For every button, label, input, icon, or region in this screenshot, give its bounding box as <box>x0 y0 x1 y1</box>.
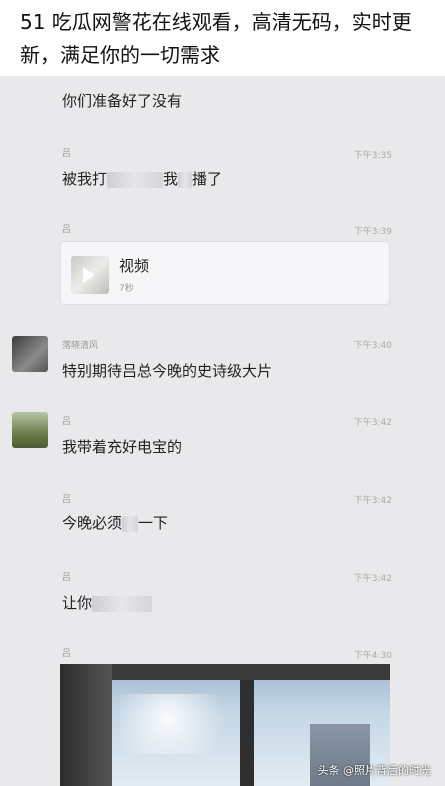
message-time: 下午3:40 <box>353 341 392 351</box>
message-time: 下午3:35 <box>353 151 392 161</box>
message-time: 下午3:42 <box>353 496 392 506</box>
message-text: 今晚必须 一下 <box>62 512 168 533</box>
text-part: 让你 <box>62 594 93 612</box>
message-7: 吕 下午4:30 <box>52 640 392 661</box>
avatar[interactable] <box>12 412 48 448</box>
sender-name: 吕 <box>62 417 72 427</box>
photo-clouds <box>120 694 240 754</box>
sender-name: 吕 <box>62 573 72 583</box>
text-part-a: 被我打 <box>62 170 108 188</box>
redacted-block <box>122 515 139 532</box>
video-message-card[interactable]: 视频 7秒 <box>60 241 390 305</box>
text-part-b: 我 <box>163 170 179 188</box>
message-text: 特别期待吕总今晚的史诗级大片 <box>62 362 273 380</box>
video-duration: 7秒 <box>119 284 134 294</box>
sender-name: 落晓清风 <box>62 341 99 351</box>
watermark: 头条 @照片背后的时光 <box>317 764 432 777</box>
photo-window-frame <box>240 680 254 786</box>
overlay-title: 51 吃瓜网警花在线观看，高清无码，实时更新，满足你的一切需求 <box>0 0 445 76</box>
redacted-block <box>92 595 153 612</box>
avatar[interactable] <box>12 336 48 372</box>
message-text: 让你 <box>62 592 153 613</box>
text-part-c: 播了 <box>192 170 223 188</box>
message-2: 吕 下午3:39 <box>52 216 392 237</box>
sender-name: 吕 <box>62 225 72 235</box>
redacted-block <box>178 171 193 188</box>
message-5: 吕 下午3:42 今晚必须 一下 <box>52 484 392 544</box>
message-0: 你们准备好了没有 <box>52 76 392 116</box>
video-thumbnail[interactable] <box>71 256 109 294</box>
photo-window-frame <box>112 664 390 680</box>
sender-name: 吕 <box>62 495 72 505</box>
text-part-a: 今晚必须 <box>62 514 123 532</box>
message-6: 吕 下午3:42 让你 <box>52 562 392 622</box>
message-3: 落晓清风 下午3:40 特别期待吕总今晚的史诗级大片 <box>52 330 392 390</box>
message-time: 下午3:39 <box>353 227 392 237</box>
play-icon <box>83 267 95 283</box>
sender-name: 吕 <box>62 649 72 659</box>
video-label: 视频 <box>119 257 150 275</box>
message-text: 我带着充好电宝的 <box>62 438 183 456</box>
message-text: 被我打 我播了 <box>62 168 222 189</box>
message-time: 下午4:30 <box>353 651 392 661</box>
message-1: 吕 下午3:35 被我打 我播了 <box>52 140 392 200</box>
message-4: 吕 下午3:42 我带着充好电宝的 <box>52 406 392 466</box>
photo-window-frame <box>60 664 112 786</box>
redacted-block <box>107 171 164 188</box>
message-time: 下午3:42 <box>353 574 392 584</box>
message-time: 下午3:42 <box>353 418 392 428</box>
text-part-b: 一下 <box>138 514 169 532</box>
sender-name: 吕 <box>62 149 72 159</box>
message-text: 你们准备好了没有 <box>62 92 183 110</box>
